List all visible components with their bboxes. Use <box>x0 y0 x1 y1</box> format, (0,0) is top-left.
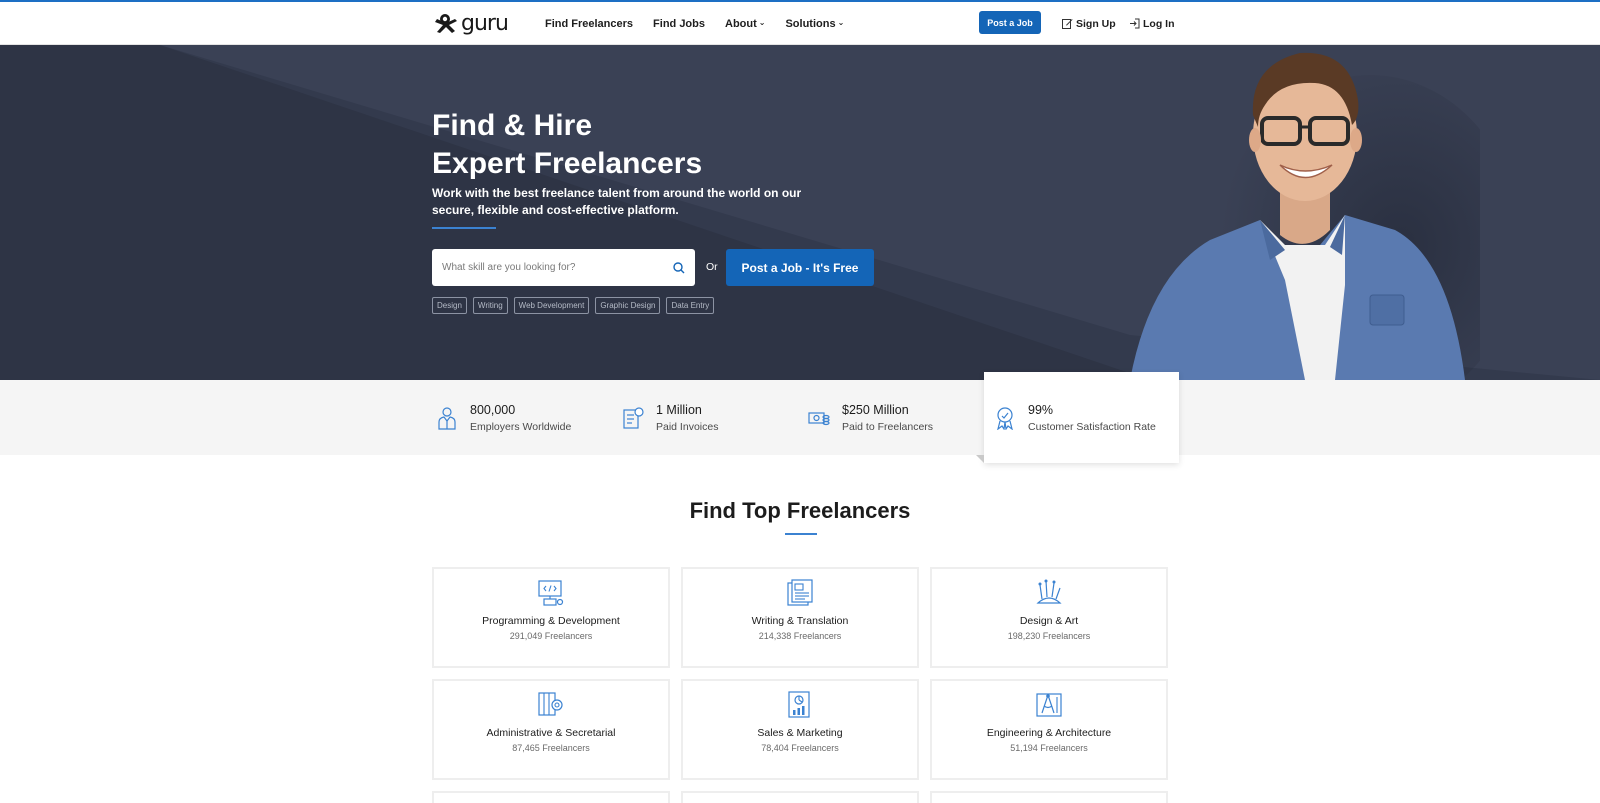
stat-label: Customer Satisfaction Rate <box>1028 420 1156 433</box>
section-underline <box>785 533 817 535</box>
log-in-label: Log In <box>1143 17 1175 30</box>
category-name: Writing & Translation <box>751 615 849 627</box>
category-card-engineering[interactable]: Engineering & Architecture 51,194 Freela… <box>930 679 1168 780</box>
category-card-sales[interactable]: Sales & Marketing 78,404 Freelancers <box>681 679 919 780</box>
tag-web-development[interactable]: Web Development <box>513 297 590 314</box>
nav-find-freelancers[interactable]: Find Freelancers <box>545 18 633 30</box>
stat-satisfaction: 99% Customer Satisfaction Rate <box>994 372 1156 463</box>
chevron-down-icon: ⌄ <box>837 18 845 27</box>
skill-search-input[interactable] <box>442 262 662 273</box>
stat-label: Paid to Freelancers <box>842 420 934 433</box>
hero-underline <box>432 227 496 229</box>
category-name: Sales & Marketing <box>757 727 843 739</box>
guru-mascot-icon <box>435 14 457 33</box>
sign-up-link[interactable]: Sign Up <box>1062 2 1116 45</box>
stat-employers: 800,000 Employers Worldwide <box>436 380 571 455</box>
hero-section: Find & Hire Expert Freelancers Work with… <box>0 45 1600 380</box>
money-icon <box>808 411 830 425</box>
category-card-partial[interactable] <box>681 791 919 803</box>
brushes-icon <box>1036 579 1062 604</box>
chart-report-icon <box>788 691 810 718</box>
stat-satisfaction-card: 99% Customer Satisfaction Rate <box>984 372 1179 463</box>
post-job-free-button[interactable]: Post a Job - It's Free <box>726 249 874 286</box>
compass-blueprint-icon <box>1036 693 1062 717</box>
popular-tags: Design Writing Web Development Graphic D… <box>432 297 715 314</box>
or-separator: Or <box>706 261 718 273</box>
category-name: Programming & Development <box>482 615 620 627</box>
tag-data-entry[interactable]: Data Entry <box>666 297 715 314</box>
category-count: 87,465 Freelancers <box>512 743 590 753</box>
invoice-icon <box>623 406 644 429</box>
category-card-design[interactable]: Design & Art 198,230 Freelancers <box>930 567 1168 668</box>
nav-label: About <box>725 17 757 30</box>
chevron-down-icon: ⌄ <box>758 18 766 27</box>
section-title: Find Top Freelancers <box>689 498 911 523</box>
hero-title: Find & Hire Expert Freelancers <box>432 107 702 183</box>
guru-logo[interactable]: guru <box>433 10 509 36</box>
admin-gear-icon <box>538 692 563 716</box>
document-icon <box>787 579 813 606</box>
category-name: Administrative & Secretarial <box>486 727 616 739</box>
nav-about[interactable]: About ⌄ <box>725 18 765 30</box>
category-card-programming[interactable]: Programming & Development 291,049 Freela… <box>432 567 670 668</box>
tag-graphic-design[interactable]: Graphic Design <box>595 297 661 314</box>
category-name: Design & Art <box>1019 615 1079 627</box>
employer-icon <box>438 406 456 430</box>
stat-value: 1 Million <box>656 402 702 417</box>
header-post-job-button[interactable]: Post a Job <box>979 11 1041 34</box>
category-count: 214,338 Freelancers <box>758 631 842 641</box>
nav-label: Find Freelancers <box>545 17 634 30</box>
category-count: 198,230 Freelancers <box>1007 631 1091 641</box>
nav-find-jobs[interactable]: Find Jobs <box>653 18 705 30</box>
nav-label: Solutions <box>785 17 836 30</box>
hero-subtitle: Work with the best freelance talent from… <box>432 186 802 217</box>
category-card-writing[interactable]: Writing & Translation 214,338 Freelancer… <box>681 567 919 668</box>
skill-search-box <box>432 249 695 286</box>
stat-value: 99% <box>1028 402 1054 417</box>
category-count: 78,404 Freelancers <box>761 743 839 753</box>
card-fold-corner <box>976 455 984 463</box>
stat-value: 800,000 <box>470 402 516 417</box>
sign-up-label: Sign Up <box>1076 17 1116 30</box>
stat-label: Paid Invoices <box>656 420 719 433</box>
log-in-link[interactable]: Log In <box>1129 2 1175 45</box>
logo-wordmark: guru <box>461 10 509 36</box>
search-icon[interactable] <box>673 262 685 274</box>
pencil-icon <box>1062 19 1073 29</box>
login-arrow-icon <box>1130 18 1140 29</box>
hero-title-line1: Find & Hire <box>432 109 593 142</box>
hero-title-line2: Expert Freelancers <box>432 147 703 180</box>
stat-paid: $250 Million Paid to Freelancers <box>808 380 933 455</box>
main-nav: Find Freelancers Find Jobs About ⌄ Solut… <box>545 2 844 45</box>
stats-bar: 800,000 Employers Worldwide 1 Million Pa… <box>0 380 1600 455</box>
category-card-partial[interactable] <box>432 791 670 803</box>
category-count: 51,194 Freelancers <box>1010 743 1088 753</box>
award-icon <box>997 406 1013 430</box>
code-monitor-icon <box>538 580 564 606</box>
category-card-partial[interactable] <box>930 791 1168 803</box>
smiling-man-image <box>1130 52 1480 380</box>
site-header: guru Find Freelancers Find Jobs About ⌄ … <box>0 2 1600 45</box>
tag-design[interactable]: Design <box>432 297 467 314</box>
nav-label: Find Jobs <box>653 17 705 30</box>
category-name: Engineering & Architecture <box>986 727 1112 739</box>
nav-solutions[interactable]: Solutions ⌄ <box>785 18 844 30</box>
stat-value: $250 Million <box>842 402 909 417</box>
stat-invoices: 1 Million Paid Invoices <box>622 380 718 455</box>
stat-label: Employers Worldwide <box>470 420 572 433</box>
category-card-administrative[interactable]: Administrative & Secretarial 87,465 Free… <box>432 679 670 780</box>
category-count: 291,049 Freelancers <box>509 631 593 641</box>
tag-writing[interactable]: Writing <box>472 297 508 314</box>
